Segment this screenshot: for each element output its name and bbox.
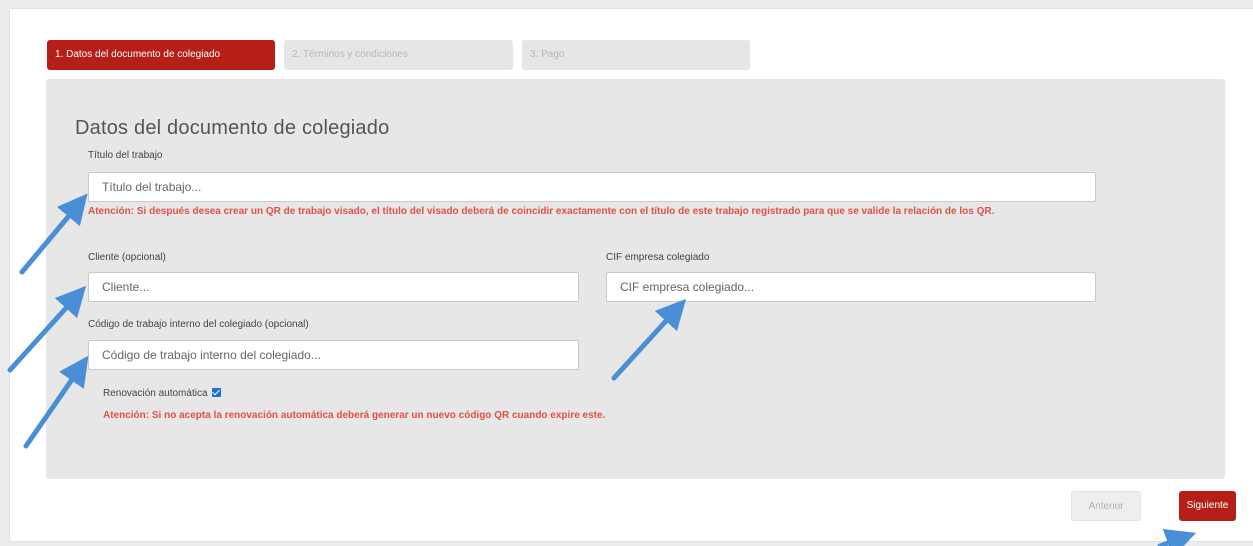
cliente-label: Cliente (opcional)	[88, 252, 166, 263]
section-title: Datos del documento de colegiado	[75, 117, 390, 139]
titulo-label: Título del trabajo	[88, 150, 163, 161]
renovacion-label: Renovación automática	[103, 388, 208, 399]
renovacion-checkbox[interactable]	[212, 388, 222, 397]
renovacion-warning: Atención: Si no acepta la renovación aut…	[103, 410, 606, 421]
anterior-button[interactable]: Anterior	[1071, 491, 1141, 521]
cif-label: CIF empresa colegiado	[606, 252, 710, 263]
siguiente-button[interactable]: Siguiente	[1179, 491, 1236, 521]
step-tab-terminos[interactable]: 2. Términos y condiciones	[284, 40, 513, 70]
renovacion-row: Renovación automática	[103, 388, 222, 399]
codigo-label: Código de trabajo interno del colegiado …	[88, 319, 309, 330]
step-tab-datos[interactable]: 1. Datos del documento de colegiado	[47, 40, 275, 70]
titulo-warning: Atención: Si después desea crear un QR d…	[88, 206, 995, 217]
titulo-input[interactable]: Título del trabajo...	[88, 172, 1096, 202]
cif-input[interactable]: CIF empresa colegiado...	[606, 272, 1096, 302]
step-tab-pago[interactable]: 3. Pago	[522, 40, 750, 70]
page-container: 1. Datos del documento de colegiado 2. T…	[9, 8, 1253, 542]
cliente-input[interactable]: Cliente...	[88, 272, 579, 302]
codigo-input[interactable]: Código de trabajo interno del colegiado.…	[88, 340, 579, 370]
form-panel: Datos del documento de colegiado Título …	[46, 79, 1225, 479]
